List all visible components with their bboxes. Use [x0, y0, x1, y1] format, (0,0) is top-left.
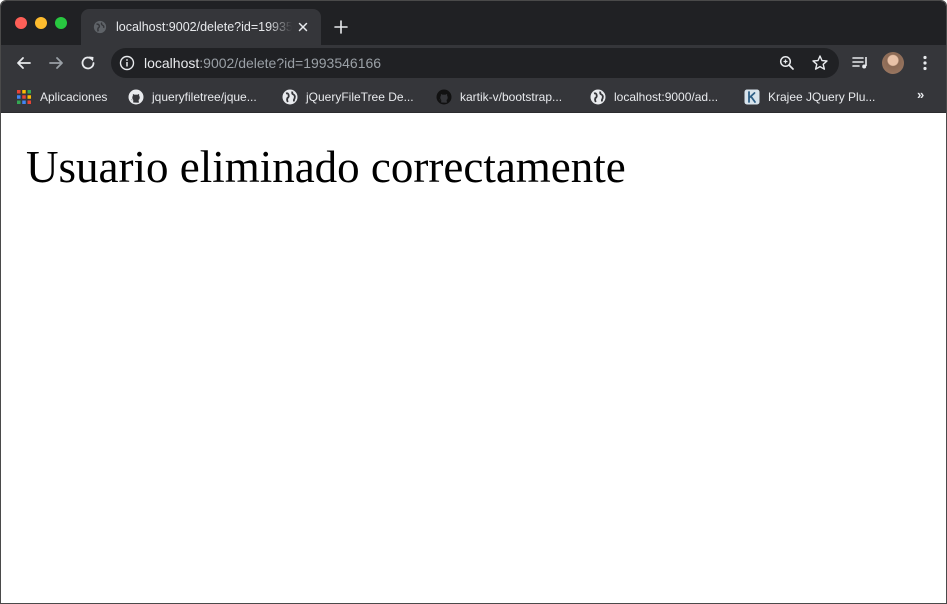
bookmark-star-icon[interactable] — [811, 54, 829, 72]
browser-toolbar: localhost:9002/delete?id=1993546166 — [1, 45, 946, 81]
tab-active[interactable]: localhost:9002/delete?id=1993546166 — [81, 9, 321, 45]
window-maximize-button[interactable] — [55, 17, 67, 29]
bookmark-aplicaciones[interactable]: Aplicaciones — [16, 87, 107, 107]
globe-icon — [590, 89, 606, 105]
zoom-icon[interactable] — [779, 55, 795, 71]
browser-window: localhost:9002/delete?id=1993546166 — [0, 0, 947, 604]
bookmark-label: Aplicaciones — [40, 90, 108, 104]
back-arrow-icon[interactable] — [14, 53, 34, 73]
tab-title: localhost:9002/delete?id=1993546166 — [116, 19, 292, 35]
page-content: Usuario eliminado correctamente — [1, 114, 946, 603]
reload-icon[interactable] — [78, 53, 98, 73]
globe-icon — [282, 89, 298, 105]
globe-icon — [93, 20, 107, 34]
bookmarks-bar: Aplicaciones jqueryfiletree/jque... jQue… — [1, 81, 946, 113]
bookmark-jqueryfiletree-github[interactable]: jqueryfiletree/jque... — [128, 87, 257, 107]
bookmarks-overflow-button[interactable]: » — [917, 87, 931, 103]
menu-kebab-icon[interactable] — [915, 53, 935, 73]
bookmark-label: jqueryfiletree/jque... — [152, 90, 257, 104]
url-path: :9002/delete?id=1993546166 — [199, 55, 382, 71]
bookmark-krajee-jquery[interactable]: Krajee JQuery Plu... — [744, 87, 875, 107]
apps-grid-icon — [17, 90, 31, 104]
bookmark-label: jQueryFileTree De... — [306, 90, 414, 104]
media-playlist-icon[interactable] — [850, 53, 870, 73]
profile-avatar[interactable] — [882, 52, 904, 74]
bookmark-jqueryfiletree-demo[interactable]: jQueryFileTree De... — [282, 87, 414, 107]
url-host: localhost — [144, 55, 200, 71]
window-minimize-button[interactable] — [35, 17, 47, 29]
bookmark-label: localhost:9000/ad... — [614, 90, 719, 104]
bookmark-label: Krajee JQuery Plu... — [768, 90, 876, 104]
page-heading: Usuario eliminado correctamente — [26, 142, 626, 192]
bookmark-localhost-9000[interactable]: localhost:9000/ad... — [590, 87, 718, 107]
url-text[interactable]: localhost:9002/delete?id=1993546166 — [144, 55, 381, 71]
krajee-k-icon — [744, 89, 760, 105]
bookmark-label: kartik-v/bootstrap... — [460, 90, 563, 104]
close-icon[interactable] — [296, 20, 310, 34]
window-close-button[interactable] — [15, 17, 27, 29]
info-icon[interactable] — [119, 55, 135, 71]
new-tab-plus-icon[interactable] — [333, 19, 349, 35]
github-icon — [436, 89, 452, 105]
address-bar[interactable]: localhost:9002/delete?id=1993546166 — [111, 48, 839, 78]
bookmark-kartik-v-bootstrap[interactable]: kartik-v/bootstrap... — [436, 87, 562, 107]
tab-strip: localhost:9002/delete?id=1993546166 — [1, 1, 946, 45]
forward-arrow-icon[interactable] — [46, 53, 66, 73]
github-icon — [128, 89, 144, 105]
